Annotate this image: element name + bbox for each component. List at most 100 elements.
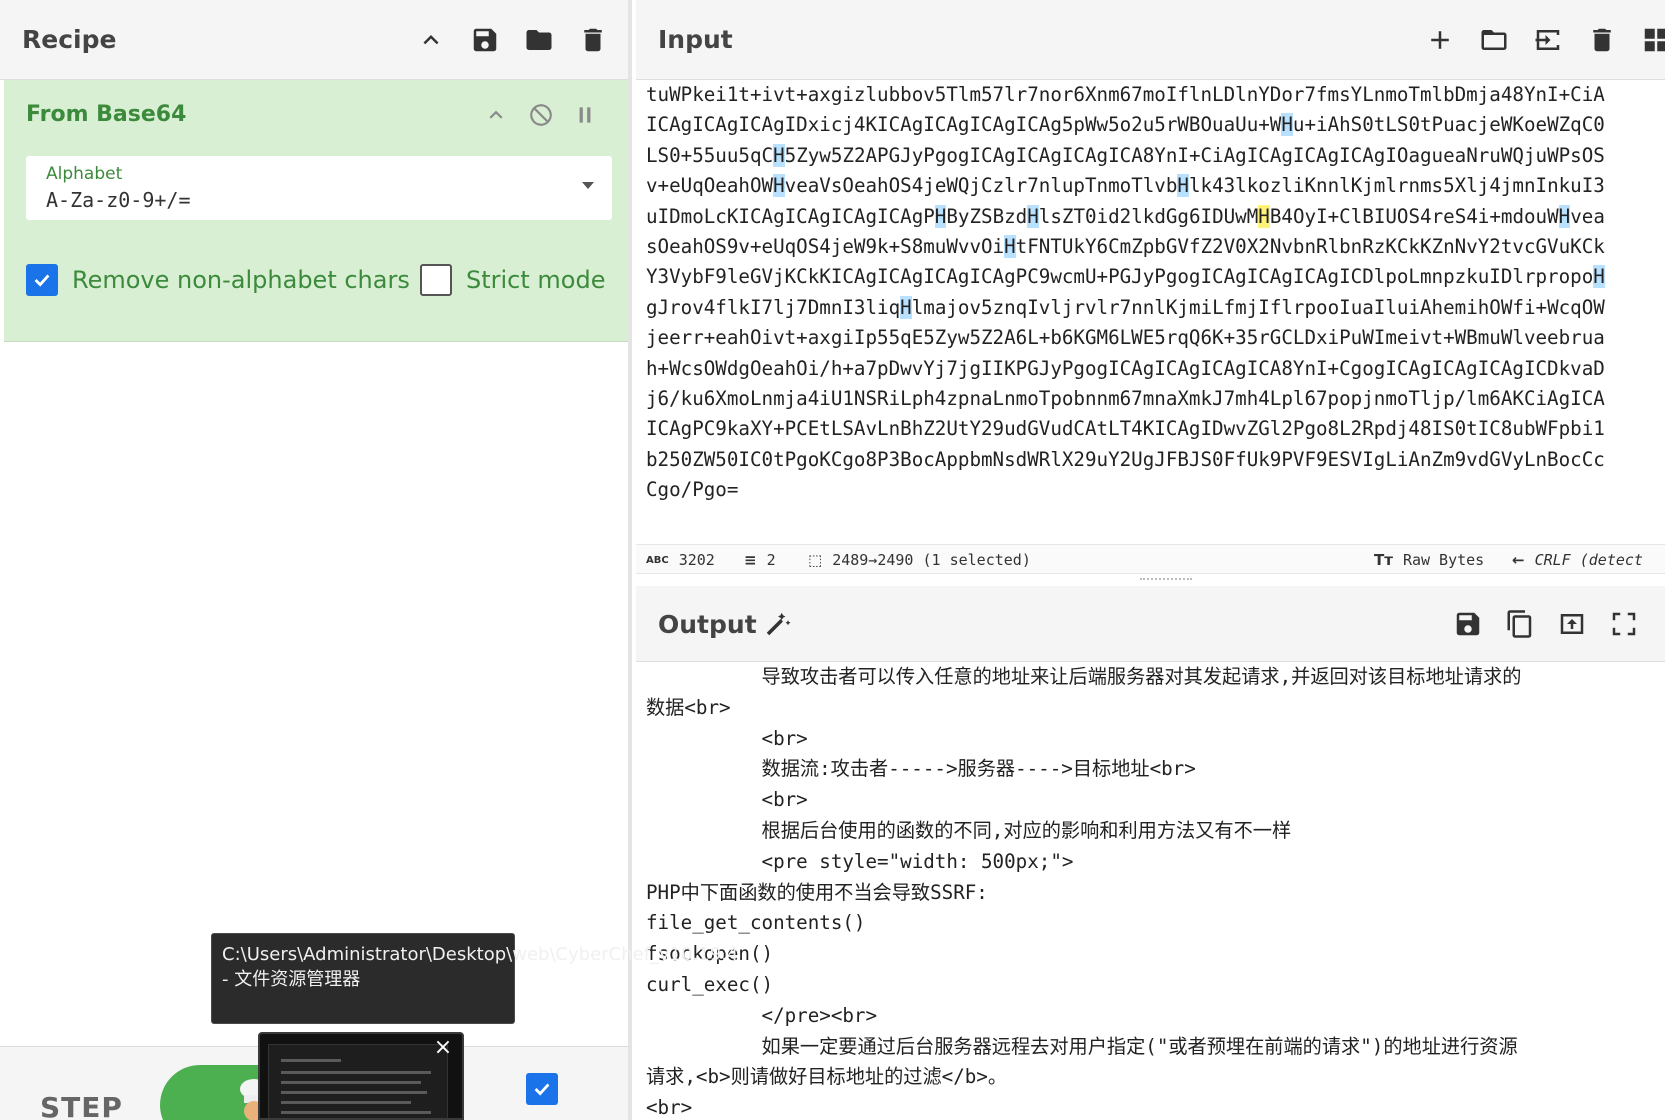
encoding-stat[interactable]: Tт Raw Bytes [1374,551,1484,569]
strict-mode-checkbox[interactable] [420,264,452,296]
selection-value: 2489→2490 (1 selected) [832,551,1031,569]
input-text-segment: j6/ku6XmoLnmja4iU1NSRiLph4zpnaLnmoTpobnn… [646,387,1605,411]
alphabet-value[interactable]: A-Za-z0-9+/= [46,188,191,212]
thumbnail-line [281,1081,421,1084]
step-button[interactable]: STEP [40,1091,123,1120]
operation-from-base64[interactable]: From Base64 Alphabet A-Za-z0-9+/= Remove… [4,80,628,342]
disable-operation-icon[interactable] [524,98,558,132]
collapse-chevron-up-icon[interactable] [411,20,451,60]
output-line: 数据<br> [646,695,731,719]
clear-input-trash-icon[interactable] [1582,20,1622,60]
match-char-highlight: H [1177,174,1189,198]
lines-stat: ≡ 2 [744,551,776,569]
encoding-value[interactable]: Raw Bytes [1403,551,1484,569]
input-text-segment: lmajov5znqIvljrvlr7nnlKjmiLfmjIflrpooIua… [911,295,1605,319]
operation-collapse-chevron-icon[interactable] [479,98,513,132]
checkmark-icon [534,1083,550,1096]
match-char-highlight: H [1558,204,1571,228]
output-line: </pre><br> [646,1003,878,1027]
length-value: 3202 [678,551,715,569]
alphabet-label: Alphabet [46,164,123,184]
input-text-segment: jeerr+eahOivt+axgiIp55qE5Zyw5Z2A6L+b6KGM… [646,326,1605,350]
input-line: tuWPkei1t+ivt+axgizlubbov5Tlm57lr7nor6Xn… [646,80,1665,110]
dropdown-caret-icon[interactable] [582,182,594,189]
output-line: 导致攻击者可以传入任意的地址来让后端服务器对其发起请求,并返回对该目标地址请求的 [646,665,1522,688]
output-title: Output [658,610,757,639]
input-line: gJrov4flkI7lj7DmnI3liqHlmajov5znqIvljrvl… [646,293,1665,323]
thumbnail-line [281,1101,411,1104]
load-recipe-folder-icon[interactable] [519,20,559,60]
eol-stat[interactable]: ← CRLF (detect [1512,551,1643,569]
panel-resize-handle[interactable] [1140,578,1192,584]
input-text-segment: B4OyI+ClBIUOS4reS4i+mdouW [1269,204,1559,228]
taskbar-window-thumbnail[interactable]: × [258,1032,464,1120]
input-text-segment: h+WcsOWdgOeahOi/h+a7pDwvYj7jgIIKPGJyPgog… [646,356,1605,380]
alphabet-select[interactable]: Alphabet A-Za-z0-9+/= [26,156,612,220]
input-text-segment: LS0+55uu5qC [646,143,774,167]
clear-recipe-trash-icon[interactable] [573,20,613,60]
magic-wand-icon[interactable] [758,604,798,644]
open-folder-icon[interactable] [1474,20,1514,60]
match-char-highlight: H [1004,235,1016,259]
input-line: v+eUqOeahOWHveaVsOeahOS4jeWQjCzlr7nlupTn… [646,171,1665,201]
input-line: jeerr+eahOivt+axgiIp55qE5Zyw5Z2A6L+b6KGM… [646,323,1665,353]
input-text-segment: veaVsOeahOS4jeWQjCzlr7nlupTnmoTlvb [784,174,1178,198]
thumbnail-window-preview [268,1044,448,1118]
input-panel: Input tuWPkei1t+ivt+axgizlubbov5Tlm57lr7… [636,0,1665,574]
match-char-highlight: H [773,174,785,198]
selection-stat: ⬚ 2489→2490 (1 selected) [808,551,1031,569]
eol-value[interactable]: CRLF (detect [1535,551,1643,569]
match-char-highlight: H [934,204,947,228]
copy-output-icon[interactable] [1500,604,1540,644]
thumbnail-line [281,1071,431,1074]
output-line: <br> [646,788,808,812]
input-text-segment: tFNTUkY6CmZpbGVfZ2V0X2NvbnRlbnRzKCkKZnNv… [1015,235,1605,259]
thumbnail-close-icon[interactable]: × [432,1037,454,1060]
remove-non-alphabet-option[interactable]: Remove non-alphabet chars [26,264,410,296]
auto-bake-checkbox[interactable] [526,1073,558,1105]
output-text-area[interactable]: 导致攻击者可以传入任意的地址来让后端服务器对其发起请求,并返回对该目标地址请求的… [646,662,1665,1120]
output-header: Output [636,586,1665,662]
replace-input-with-output-icon[interactable] [1552,604,1592,644]
output-line: <br> [646,726,808,750]
remove-non-alphabet-checkbox[interactable] [26,264,58,296]
input-line: Y3VybF9leGVjKCkKICAgICAgICAgICAgPC9wcmU+… [646,262,1665,292]
output-line: 根据后台使用的函数的不同,对应的影响和利用方法又有不一样 [646,818,1292,842]
output-line: 请求,<b>则请做好目标地址的过滤</b>。 [646,1065,1008,1089]
input-textarea[interactable]: tuWPkei1t+ivt+axgizlubbov5Tlm57lr7nor6Xn… [646,80,1665,544]
eol-arrow-icon: ← [1512,551,1525,569]
input-line: Cgo/Pgo= [646,475,1665,505]
selection-icon: ⬚ [808,551,823,569]
input-text-segment: ICAgPC9kaXY+PCEtLSAvLnBhZ2UtY29udGVudCAt… [646,417,1605,441]
input-text-segment: b250ZW50IC0tPgoKCgo8P3BocAppbmNsdWRlX29u… [646,447,1605,471]
recipe-title: Recipe [22,25,117,54]
strict-mode-option[interactable]: Strict mode [420,264,605,296]
input-header: Input [636,0,1665,80]
output-line: <pre style="width: 500px;"> [646,849,1074,873]
input-text-segment: u+iAhS0tLS0tPuacjeWKoeWZqC0 [1292,113,1605,137]
input-text-segment: sOeahOS9v+eUqOS4jeW9k+S8muWvvOi [646,235,1005,259]
maximise-output-icon[interactable] [1604,604,1644,644]
add-input-tab-plus-icon[interactable] [1420,20,1460,60]
input-line: ICAgPC9kaXY+PCEtLSAvLnBhZ2UtY29udGVudCAt… [646,414,1665,444]
input-text-segment: lk43lkozliKnnlKjmlrnms5Xlj4jmnInkuI3 [1188,174,1605,198]
output-line: fsockopen() [646,942,774,966]
pause-breakpoint-icon[interactable] [568,98,602,132]
save-recipe-icon[interactable] [465,20,505,60]
thumbnail-line [281,1091,427,1094]
output-line: curl_exec() [646,972,774,996]
input-text-segment: Y3VybF9leGVjKCkKICAgICAgICAgICAgPC9wcmU+… [646,265,1594,289]
checkmark-icon [34,274,50,287]
input-text-segment: v+eUqOeahOW [646,174,774,198]
lines-icon: ≡ [744,551,757,569]
input-title: Input [658,25,733,54]
input-status-bar: ABC 3202 ≡ 2 ⬚ 2489→2490 (1 selected) Tт… [636,544,1665,574]
match-char-highlight: H [1281,113,1293,137]
input-line: LS0+55uu5qCH5Zyw5Z2APGJyPgogICAgICAgICAg… [646,141,1665,171]
save-output-icon[interactable] [1448,604,1488,644]
text-encoding-icon: Tт [1374,551,1393,569]
input-text-segment: vea [1570,204,1605,228]
layout-grid-icon[interactable] [1636,20,1665,60]
open-file-import-icon[interactable] [1528,20,1568,60]
output-line: PHP中下面函数的使用不当会导致SSRF: [646,880,988,904]
